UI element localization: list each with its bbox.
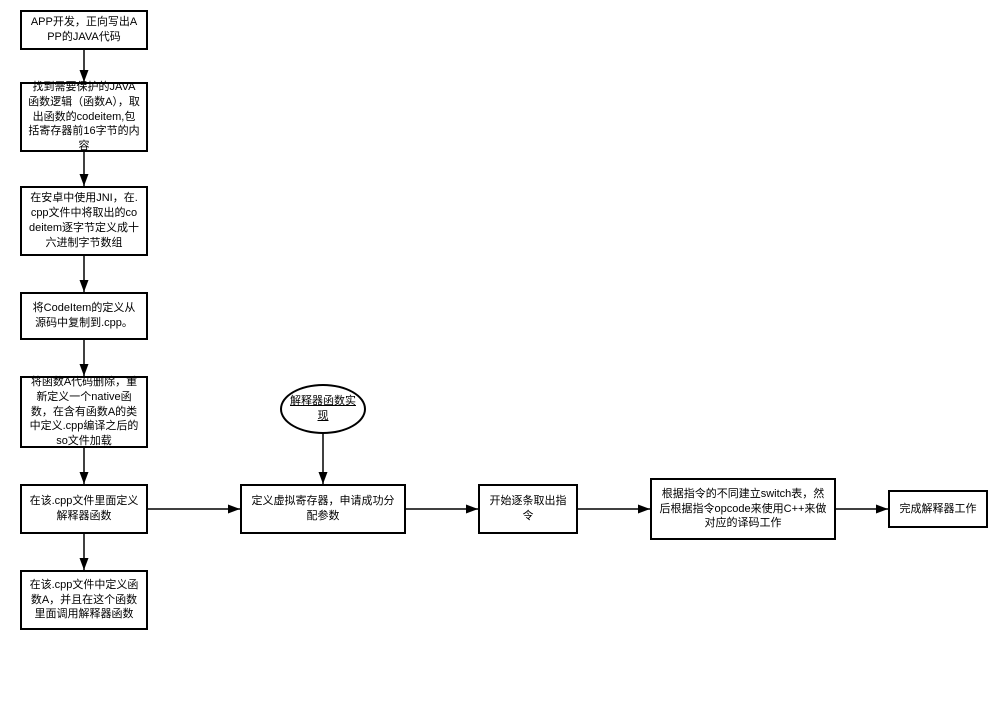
box-b2: 找到需要保护的JAVA函数逻辑（函数A），取出函数的codeitem,包括寄存器… — [20, 82, 148, 152]
box-b5-label: 将函数A代码删除，重新定义一个native函数，在含有函数A的类中定义.cpp编… — [28, 375, 140, 449]
box-b6-label: 在该.cpp文件里面定义解释器函数 — [28, 494, 140, 524]
ellipse-e1-label: 解释器函数实现 — [288, 394, 358, 424]
box-b9-label: 开始逐条取出指令 — [486, 494, 570, 524]
box-b4: 将CodeItem的定义从源码中复制到.cpp。 — [20, 292, 148, 340]
box-b3-label: 在安卓中使用JNI，在.cpp文件中将取出的codeitem逐字节定义成十六进制… — [28, 191, 140, 250]
box-b9: 开始逐条取出指令 — [478, 484, 578, 534]
box-b7-label: 在该.cpp文件中定义函数A，并且在这个函数里面调用解释器函数 — [28, 578, 140, 623]
box-b11-label: 完成解释器工作 — [900, 502, 977, 517]
box-b11: 完成解释器工作 — [888, 490, 988, 528]
box-b8: 定义虚拟寄存器，申请成功分配参数 — [240, 484, 406, 534]
box-b2-label: 找到需要保护的JAVA函数逻辑（函数A），取出函数的codeitem,包括寄存器… — [28, 80, 140, 154]
box-b1-label: APP开发，正向写出APP的JAVA代码 — [28, 15, 140, 45]
box-b3: 在安卓中使用JNI，在.cpp文件中将取出的codeitem逐字节定义成十六进制… — [20, 186, 148, 256]
box-b10: 根据指令的不同建立switch表，然后根据指令opcode来使用C++来做对应的… — [650, 478, 836, 540]
box-b1: APP开发，正向写出APP的JAVA代码 — [20, 10, 148, 50]
ellipse-e1: 解释器函数实现 — [280, 384, 366, 434]
box-b5: 将函数A代码删除，重新定义一个native函数，在含有函数A的类中定义.cpp编… — [20, 376, 148, 448]
box-b6: 在该.cpp文件里面定义解释器函数 — [20, 484, 148, 534]
box-b7: 在该.cpp文件中定义函数A，并且在这个函数里面调用解释器函数 — [20, 570, 148, 630]
box-b4-label: 将CodeItem的定义从源码中复制到.cpp。 — [28, 301, 140, 331]
flow-connectors — [0, 0, 1000, 709]
box-b10-label: 根据指令的不同建立switch表，然后根据指令opcode来使用C++来做对应的… — [658, 487, 828, 532]
box-b8-label: 定义虚拟寄存器，申请成功分配参数 — [248, 494, 398, 524]
